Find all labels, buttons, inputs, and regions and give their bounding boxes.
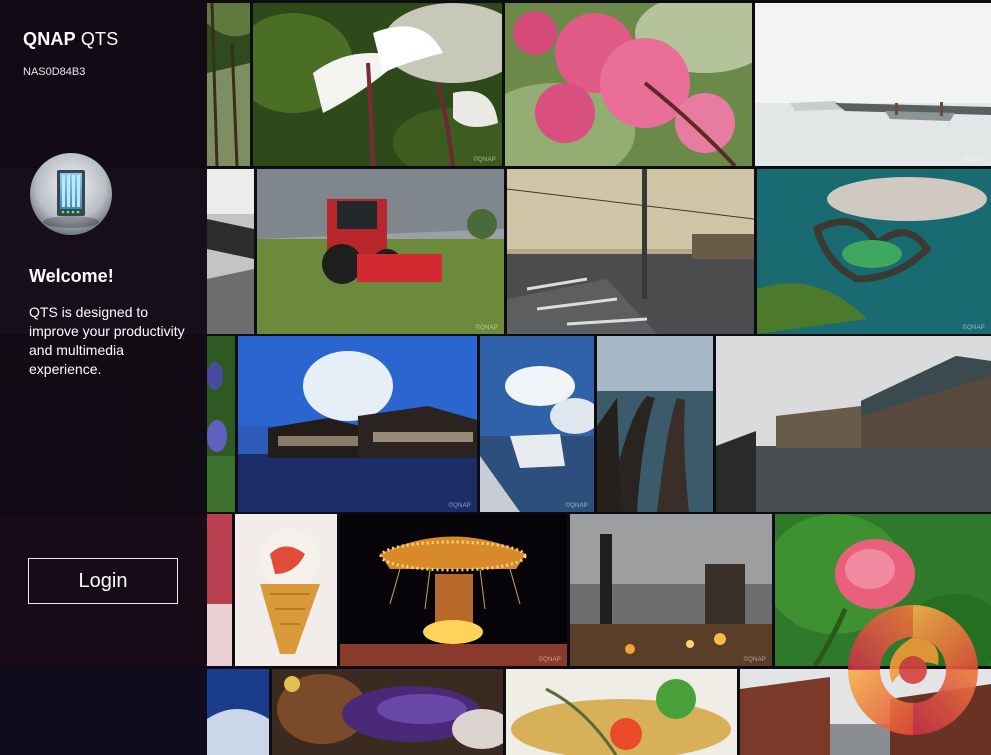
welcome-heading: Welcome! xyxy=(29,266,114,286)
photo-rock-ridges-sea xyxy=(597,336,713,512)
login-page: ©QNAP ©QNAP ©QNAP ©QNAP ©QNAP ©QNAP ©QNA… xyxy=(0,0,991,755)
photo-white-cyclamen: ©QNAP xyxy=(253,3,502,166)
photo-canal-warehouses xyxy=(716,336,991,512)
photo-rocky-shore xyxy=(207,169,254,334)
photo-yacht-pier: ©QNAP xyxy=(480,336,594,512)
brand-product: QTS xyxy=(80,29,119,49)
photo-carousel-night: ©QNAP xyxy=(340,514,567,666)
photo-water-villas: ©QNAP xyxy=(238,336,477,512)
kitguru-logo-icon xyxy=(848,605,978,735)
welcome-description: QTS is designed to improve your producti… xyxy=(29,304,185,377)
photo-town-intersection xyxy=(507,169,754,334)
photo-blue-sky-edge xyxy=(207,669,269,755)
login-panel: QNAP QTS NAS0D84B3 Welcome! QTS is desig… xyxy=(0,0,207,755)
photo-ice-cream-cone xyxy=(235,514,337,666)
photo-tree-lake xyxy=(207,3,250,166)
panel-band xyxy=(0,668,207,755)
photo-pink-blossom xyxy=(505,3,752,166)
panel-band xyxy=(0,0,207,166)
photo-stone-heart-weir: ©QNAP xyxy=(757,169,991,334)
photo-red-edge xyxy=(207,514,232,666)
photo-red-tractor: ©QNAP xyxy=(257,169,504,334)
nas-device-icon xyxy=(30,153,112,235)
login-button[interactable]: Login xyxy=(28,558,178,604)
brand-name: QNAP xyxy=(23,29,76,49)
photo-purple-flower-edge xyxy=(207,336,235,512)
photo-rain-window-city: ©QNAP xyxy=(570,514,772,666)
photo-gourmet-plate xyxy=(506,669,737,755)
photo-misty-harbor: ©QNAP xyxy=(755,3,991,166)
device-hostname: NAS0D84B3 xyxy=(23,66,86,78)
photo-eggplant-dish xyxy=(272,669,503,755)
brand-title: QNAP QTS xyxy=(23,29,118,50)
